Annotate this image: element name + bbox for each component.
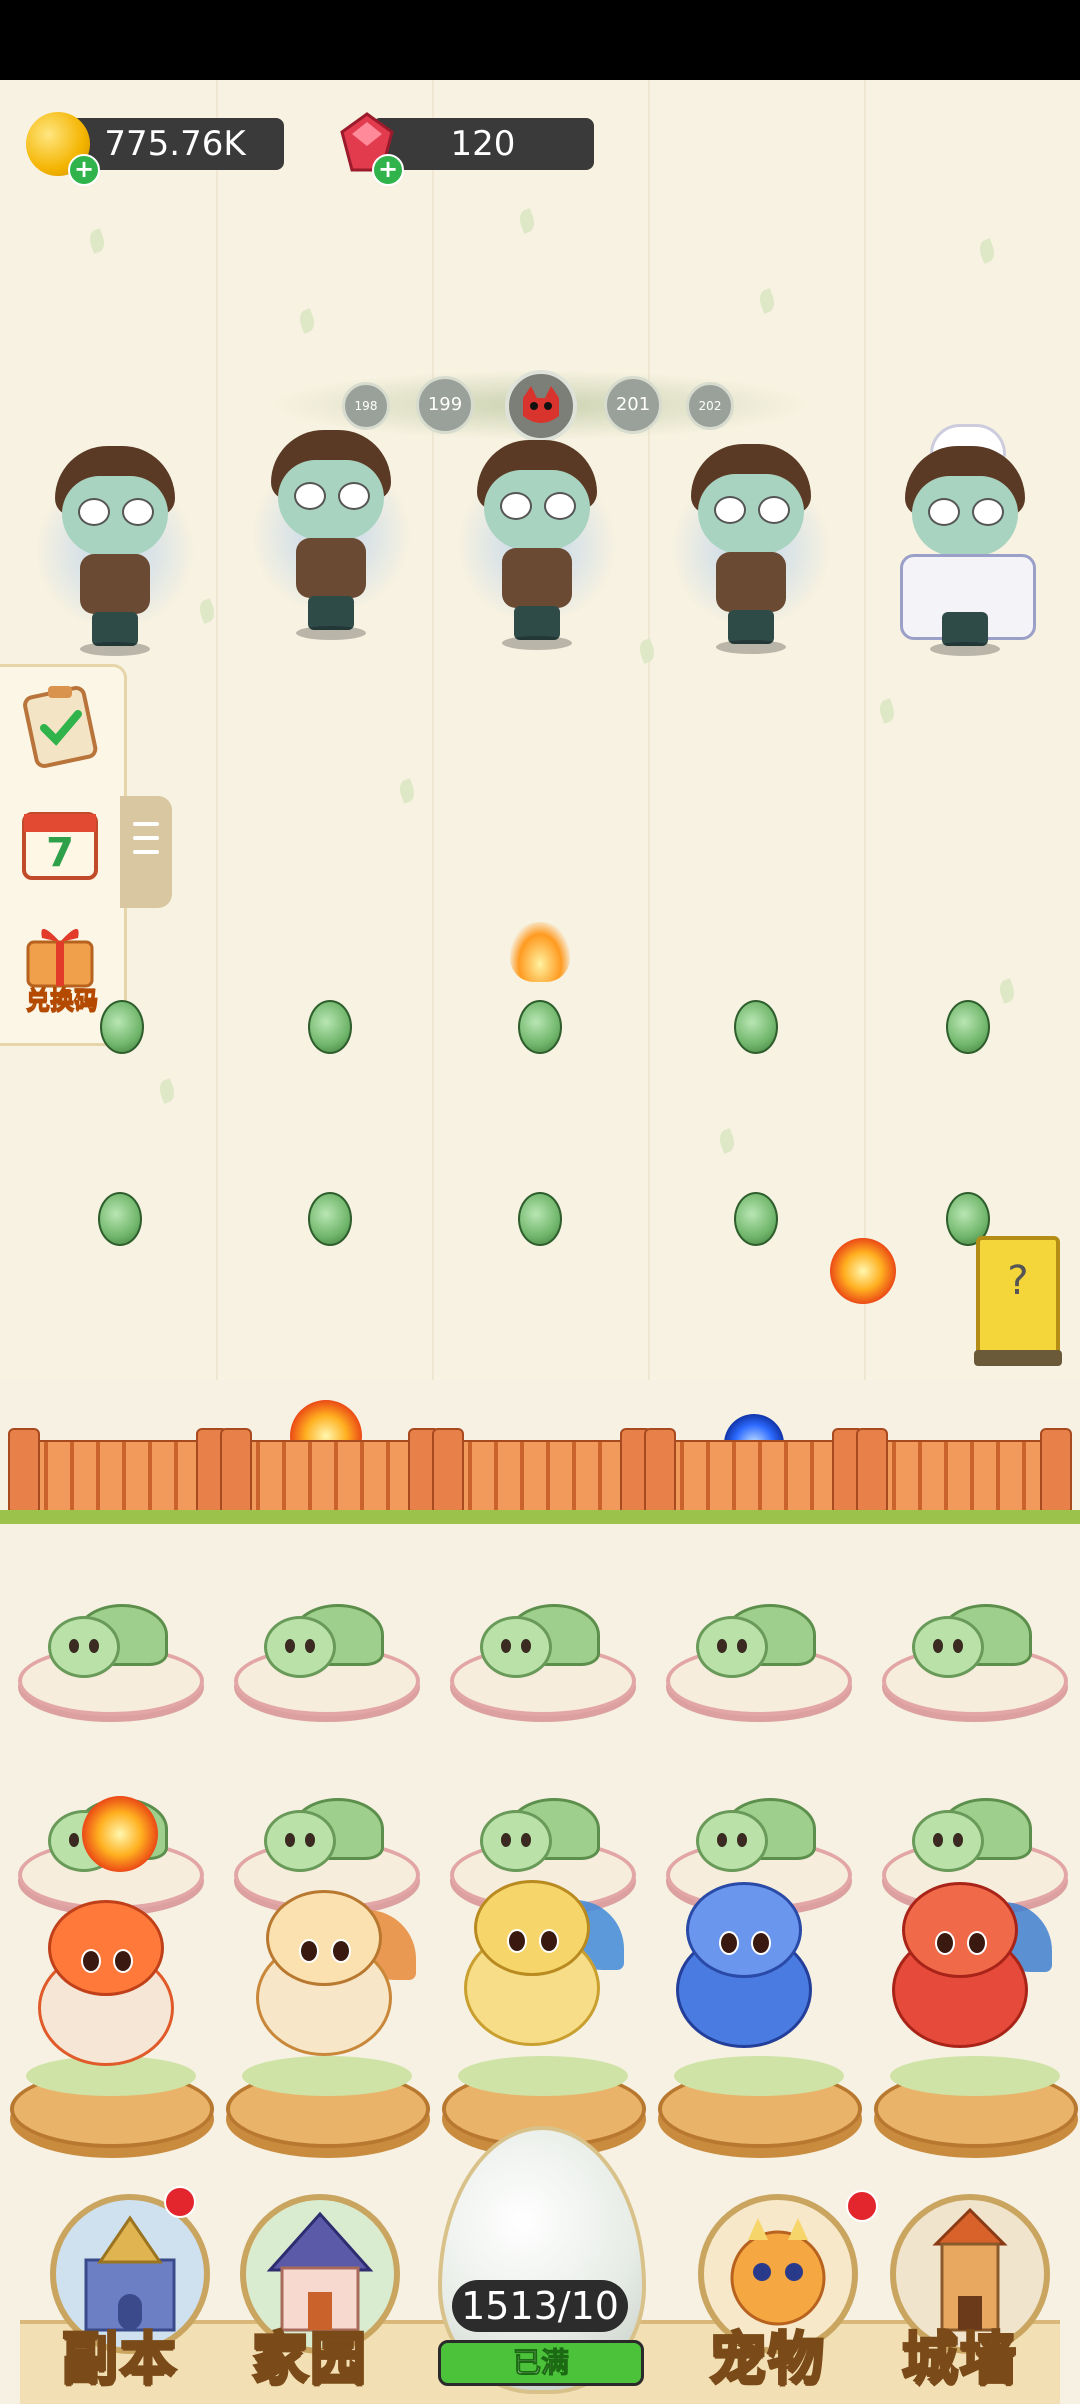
grass-sprout — [156, 1078, 178, 1104]
turtle-shell-projectile — [734, 1000, 778, 1054]
red-dragon-pet[interactable] — [872, 1862, 1052, 2062]
grass-sprout — [516, 208, 538, 234]
add-gem-button[interactable]: + — [372, 154, 404, 186]
wave-marker: 199 — [416, 376, 474, 434]
cream-dragon-pet[interactable] — [236, 1870, 416, 2070]
turtle-shell-projectile — [98, 1192, 142, 1246]
redeem-code-label[interactable]: 兑换码 — [12, 980, 112, 1015]
flame-projectile — [510, 922, 570, 982]
fence-grass — [0, 1510, 1080, 1524]
mystery-reward-card[interactable]: ? — [974, 1236, 1062, 1366]
fireball-projectile — [830, 1238, 896, 1304]
zombie-enemy[interactable] — [452, 440, 622, 650]
grass-sprout — [86, 228, 108, 254]
nav-home-label: 家园 — [251, 2326, 368, 2394]
question-mark-icon: ? — [1007, 1258, 1029, 1304]
turtle-pet[interactable] — [480, 1596, 600, 1678]
wave-marker: 201 — [604, 376, 662, 434]
turtle-shell-projectile — [946, 1000, 990, 1054]
grass-sprout — [196, 598, 218, 624]
grass-sprout — [996, 978, 1018, 1004]
battle-field — [0, 80, 1080, 1380]
nav-wall-button[interactable]: 城墙 — [880, 2184, 1050, 2394]
turtle-pet[interactable] — [480, 1790, 600, 1872]
turtle-pet[interactable] — [48, 1596, 168, 1678]
turtle-shell-projectile — [518, 1192, 562, 1246]
grass-sprout — [716, 1128, 738, 1154]
lane-divider — [648, 80, 650, 1380]
turtle-pet[interactable] — [912, 1596, 1032, 1678]
turtle-pet[interactable] — [912, 1790, 1032, 1872]
nav-pets-button[interactable]: 宠物 — [688, 2184, 858, 2394]
wave-marker: 202 — [686, 382, 734, 430]
grass-sprout — [976, 238, 998, 264]
grass-sprout — [876, 698, 898, 724]
notification-dot — [164, 2186, 196, 2218]
turtle-pet[interactable] — [264, 1790, 384, 1872]
daily-signin-calendar-icon[interactable]: 7 — [18, 800, 102, 884]
egg-status-badge: 已满 — [438, 2340, 644, 2386]
notification-dot — [846, 2190, 878, 2222]
calendar-day-number: 7 — [46, 830, 74, 876]
zombie-enemy[interactable] — [246, 430, 416, 640]
zombie-enemy[interactable] — [666, 444, 836, 654]
fire-pony-pet[interactable] — [18, 1880, 188, 2080]
grass-sprout — [296, 308, 318, 334]
chef-zombie-enemy[interactable] — [890, 424, 1040, 656]
turtle-shell-projectile — [308, 1192, 352, 1246]
nav-home-button[interactable]: 家园 — [230, 2184, 400, 2394]
gem-counter: 120 — [372, 118, 594, 170]
nav-dungeon-label: 副本 — [61, 2326, 178, 2394]
system-status-bar — [0, 0, 1080, 80]
turtle-pet[interactable] — [264, 1596, 384, 1678]
egg-count: 1513/10 — [452, 2280, 628, 2332]
turtle-shell-projectile — [100, 1000, 144, 1054]
turtle-pet[interactable] — [696, 1596, 816, 1678]
blue-triceratops-pet[interactable] — [656, 1862, 826, 2062]
turtle-shell-projectile — [518, 1000, 562, 1054]
task-clipboard-icon[interactable] — [18, 684, 102, 768]
wave-marker: 198 — [342, 382, 390, 430]
grass-sprout — [636, 638, 658, 664]
turtle-shell-projectile — [308, 1000, 352, 1054]
zombie-enemy[interactable] — [30, 446, 200, 656]
gold-amount: 775.76K — [104, 124, 246, 164]
gem-amount: 120 — [450, 124, 516, 164]
fireball-projectile — [82, 1796, 158, 1872]
grass-sprout — [396, 778, 418, 804]
nav-wall-label: 城墙 — [901, 2326, 1018, 2394]
nav-pets-label: 宠物 — [709, 2326, 826, 2394]
current-wave-boss-icon — [505, 370, 577, 442]
side-menu-toggle[interactable] — [120, 796, 172, 908]
lane-divider — [216, 80, 218, 1380]
grass-sprout — [756, 288, 778, 314]
add-gold-button[interactable]: + — [68, 154, 100, 186]
lane-divider — [864, 80, 866, 1380]
turtle-pet[interactable] — [696, 1790, 816, 1872]
turtle-shell-projectile — [734, 1192, 778, 1246]
lane-divider — [432, 80, 434, 1380]
yellow-dragon-pet[interactable] — [444, 1860, 624, 2060]
gold-counter: 775.76K — [66, 118, 284, 170]
